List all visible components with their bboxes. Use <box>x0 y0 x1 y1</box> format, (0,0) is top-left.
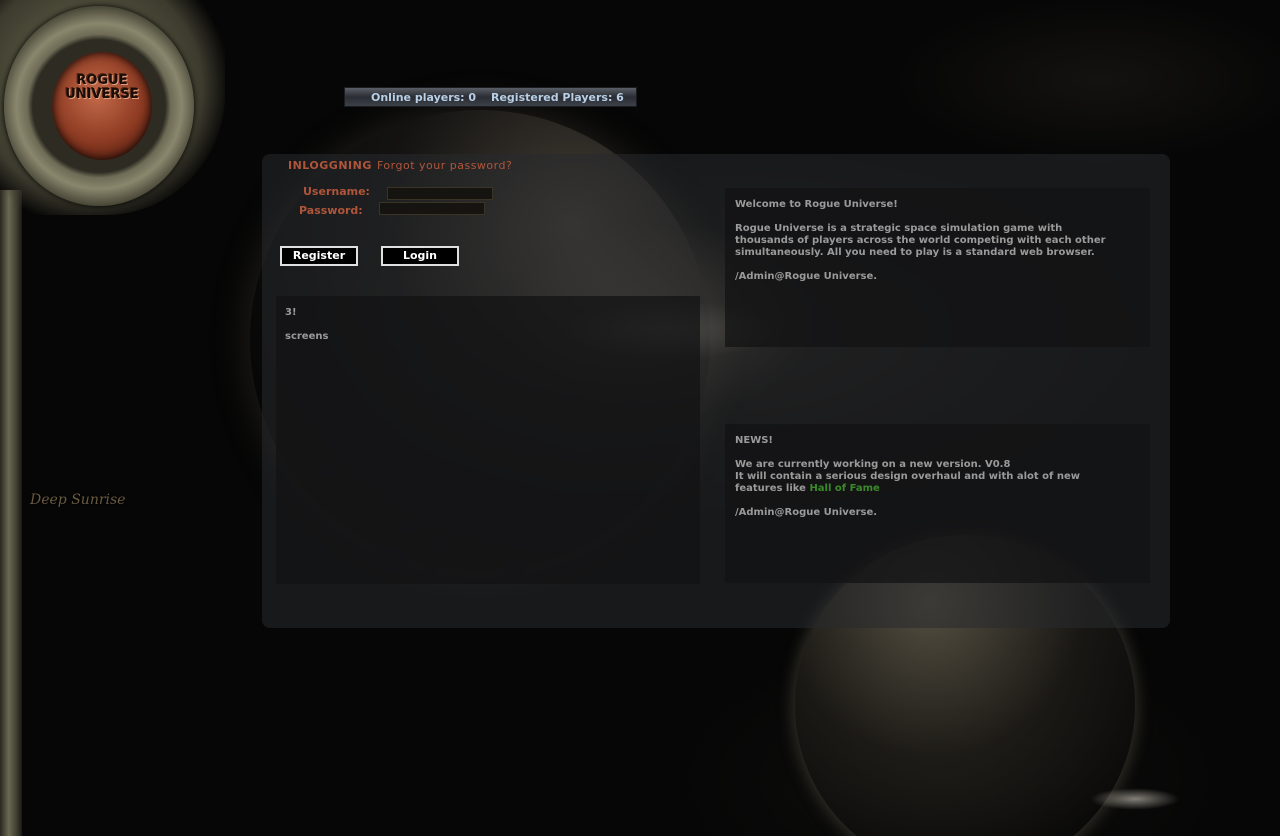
news-line-2: It will contain a serious design overhau… <box>735 471 1085 495</box>
news-line-2-text: It will contain a serious design overhau… <box>735 471 1080 494</box>
username-label: Username: <box>303 185 370 198</box>
news-line-1: We are currently working on a new versio… <box>735 459 1011 470</box>
welcome-heading: Welcome to Rogue Universe! <box>735 199 898 210</box>
news-signature: /Admin@Rogue Universe. <box>735 507 878 518</box>
light-flare-image <box>1090 788 1180 810</box>
news-heading: NEWS! <box>735 435 773 446</box>
player-stats-bar: Online players: 0 Registered Players: 6 <box>344 87 637 107</box>
welcome-signature: /Admin@Rogue Universe. <box>735 271 878 282</box>
username-field[interactable] <box>387 187 493 200</box>
login-title: INLOGGNING <box>288 159 372 172</box>
password-field[interactable] <box>379 202 485 215</box>
register-button[interactable]: Register <box>280 246 358 266</box>
hall-of-fame-link[interactable]: Hall of Fame <box>809 483 879 494</box>
page-background: ROGUE UNIVERSE Deep Sunrise Online playe… <box>0 0 1280 836</box>
online-players-count: Online players: 0 <box>371 91 477 104</box>
screens-line-1: 3! <box>285 307 297 318</box>
registered-players-count: Registered Players: 6 <box>491 91 624 104</box>
screens-line-2: screens <box>285 331 329 342</box>
welcome-box: Welcome to Rogue Universe! Rogue Univers… <box>725 188 1150 347</box>
deep-sunrise-credit: Deep Sunrise <box>30 492 126 508</box>
news-box: NEWS! We are currently working on a new … <box>725 424 1150 583</box>
password-label: Password: <box>299 204 363 217</box>
logo-orb[interactable] <box>52 52 152 160</box>
login-button[interactable]: Login <box>381 246 459 266</box>
welcome-body: Rogue Universe is a strategic space simu… <box>735 223 1106 258</box>
left-frame-rail <box>0 190 22 836</box>
logo-line-1: ROGUE <box>76 73 128 88</box>
screenshots-box: 3! screens <box>276 296 700 584</box>
game-logo[interactable]: ROGUE UNIVERSE <box>54 74 150 102</box>
forgot-password-link[interactable]: Forgot your password? <box>377 159 512 172</box>
logo-line-2: UNIVERSE <box>65 87 139 102</box>
